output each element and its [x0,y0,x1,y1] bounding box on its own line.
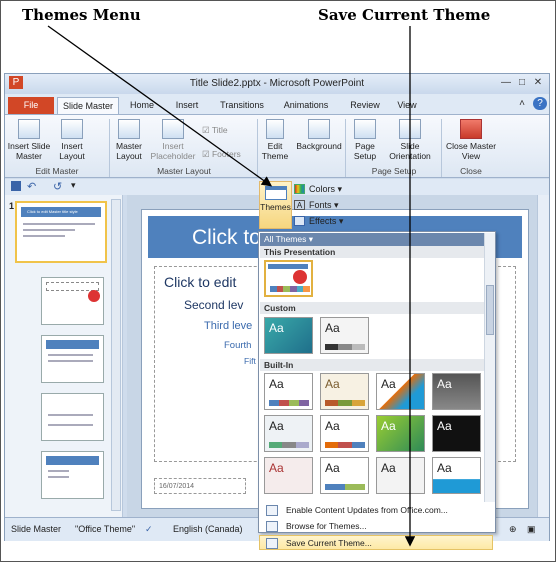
arrow-to-themes [47,25,273,187]
annotation-arrows [47,25,416,547]
